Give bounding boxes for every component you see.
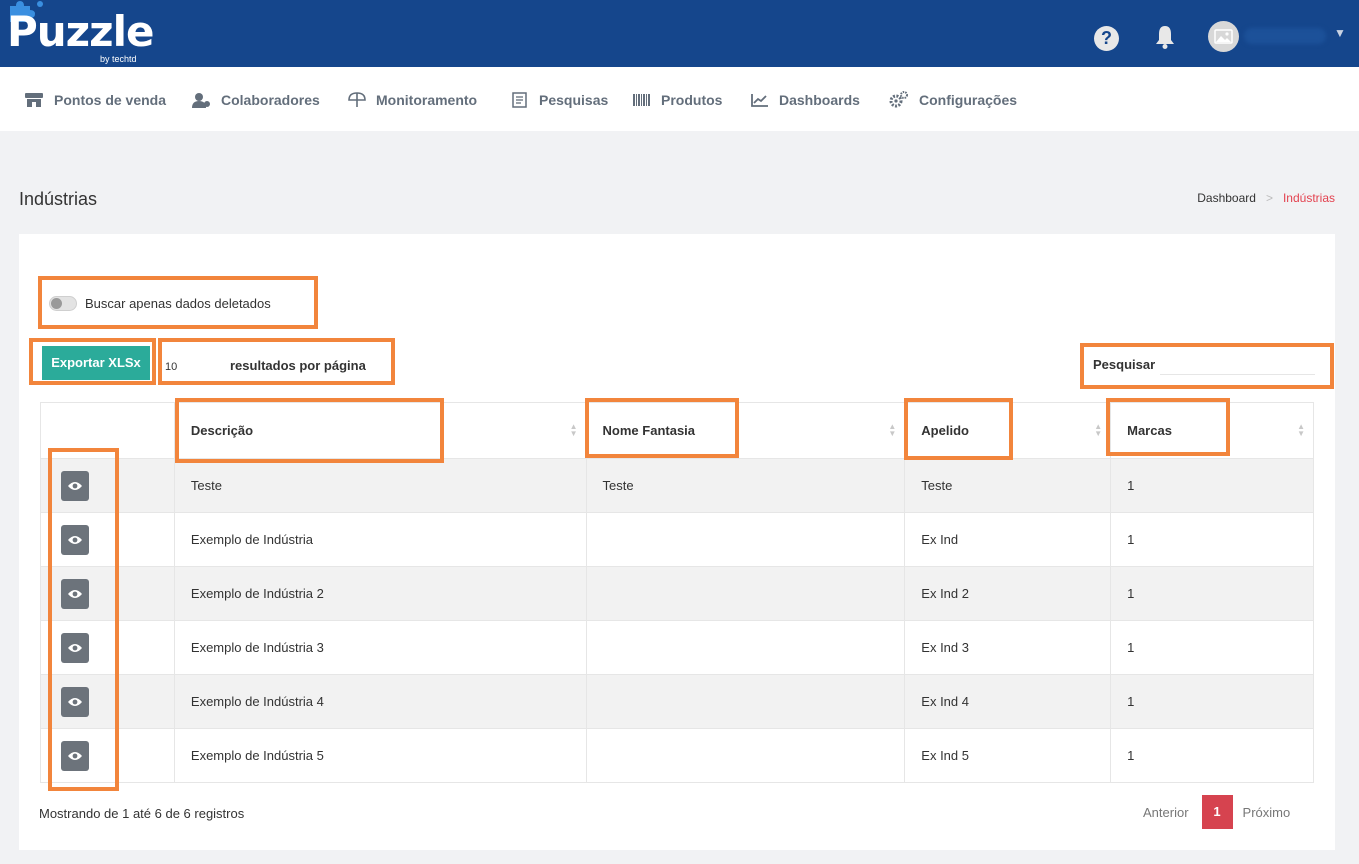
cell-apelido: Ex Ind 5 [904, 728, 1112, 783]
nav-label: Dashboards [779, 92, 860, 108]
annotation-box-col-nome-fantasia [585, 398, 739, 458]
nav-pesquisas[interactable]: Pesquisas [511, 91, 608, 109]
breadcrumb: Dashboard > Indústrias [1197, 191, 1335, 205]
top-bar: Puzzle by techtd ? ▼ [0, 0, 1359, 67]
nav-dashboards[interactable]: Dashboards [751, 91, 860, 109]
cell-descricao: Teste [173, 458, 587, 513]
nav-pontos-de-venda[interactable]: Pontos de venda [24, 91, 166, 109]
chart-icon [751, 94, 768, 107]
cell-apelido: Ex Ind 4 [904, 674, 1112, 729]
umbrella-icon [348, 92, 366, 107]
annotation-box-page-size [158, 338, 395, 385]
breadcrumb-current: Indústrias [1282, 191, 1335, 205]
nav-label: Produtos [661, 92, 723, 108]
nav-colaboradores[interactable]: Colaboradores [191, 91, 320, 109]
nav-configuracoes[interactable]: Configurações [889, 91, 1017, 109]
cell-marcas: 1 [1110, 674, 1314, 729]
cell-marcas: 1 [1110, 458, 1314, 513]
survey-icon [512, 92, 527, 108]
nav-label: Monitoramento [376, 92, 478, 108]
cell-marcas: 1 [1110, 512, 1314, 567]
cell-nome-fantasia [585, 620, 906, 675]
pagination: Anterior 1 Próximo [1143, 795, 1290, 829]
annotation-box-view-buttons [48, 448, 119, 791]
users-icon [192, 93, 210, 108]
annotation-box-toggle [38, 276, 318, 329]
image-placeholder-icon [1214, 29, 1233, 44]
breadcrumb-dashboard[interactable]: Dashboard [1197, 191, 1256, 205]
sort-icon: ▲ ▼ [888, 422, 897, 438]
annotation-box-col-apelido [904, 398, 1013, 460]
nav-label: Configurações [919, 92, 1018, 108]
cell-descricao: Exemplo de Indústria 2 [173, 566, 587, 621]
pagination-page-current[interactable]: 1 [1201, 795, 1233, 829]
nav-label: Colaboradores [221, 92, 320, 108]
store-icon [25, 93, 43, 107]
breadcrumb-separator: > [1265, 191, 1273, 205]
cell-apelido: Ex Ind [904, 512, 1112, 567]
chevron-down-icon[interactable]: ▼ [1334, 26, 1346, 40]
annotation-box-col-marcas [1106, 398, 1230, 456]
puzzle-logo[interactable]: Puzzle by techtd [4, 1, 154, 66]
cell-nome-fantasia: Teste [585, 458, 906, 513]
pagination-next[interactable]: Próximo [1243, 805, 1291, 820]
user-name-redacted[interactable] [1244, 28, 1326, 44]
page-title: Indústrias [19, 189, 98, 209]
sort-icon: ▲ ▼ [1094, 422, 1103, 438]
cell-descricao: Exemplo de Indústria [173, 512, 587, 567]
bell-icon[interactable] [1153, 24, 1177, 50]
nav-monitoramento[interactable]: Monitoramento [348, 91, 477, 109]
table-row: Teste Teste Teste 1 [40, 458, 1314, 513]
cell-nome-fantasia [585, 674, 906, 729]
records-info: Mostrando de 1 até 6 de 6 registros [39, 806, 245, 821]
cell-descricao: Exemplo de Indústria 4 [173, 674, 587, 729]
barcode-icon [633, 94, 650, 106]
annotation-box-col-descricao [175, 398, 444, 463]
main-nav: Pontos de venda Colaboradores Monitorame… [0, 67, 1359, 131]
annotation-box-export [29, 338, 156, 385]
table-row: Exemplo de Indústria 4 Ex Ind 4 1 [40, 674, 1314, 729]
cell-apelido: Teste [904, 458, 1112, 513]
cell-marcas: 1 [1110, 620, 1314, 675]
annotation-box-search [1080, 343, 1334, 389]
nav-produtos[interactable]: Produtos [633, 91, 722, 109]
cell-apelido: Ex Ind 3 [904, 620, 1112, 675]
cell-marcas: 1 [1110, 728, 1314, 783]
logo-text: Puzzle [7, 7, 154, 56]
logo-byline: by techtd [100, 54, 137, 64]
user-avatar[interactable] [1208, 21, 1239, 52]
sort-icon: ▲ ▼ [569, 422, 578, 438]
cell-nome-fantasia [585, 566, 906, 621]
gears-icon [889, 91, 908, 108]
pagination-previous[interactable]: Anterior [1143, 805, 1189, 820]
table-row: Exemplo de Indústria 5 Ex Ind 5 1 [40, 728, 1314, 783]
table-row: Exemplo de Indústria 3 Ex Ind 3 1 [40, 620, 1314, 675]
help-icon[interactable]: ? [1094, 26, 1119, 51]
cell-nome-fantasia [585, 728, 906, 783]
sort-icon: ▲ ▼ [1297, 422, 1305, 438]
cell-marcas: 1 [1110, 566, 1314, 621]
table-row: Exemplo de Indústria 2 Ex Ind 2 1 [40, 566, 1314, 621]
nav-label: Pesquisas [539, 92, 609, 108]
cell-descricao: Exemplo de Indústria 3 [173, 620, 587, 675]
table-row: Exemplo de Indústria Ex Ind 1 [40, 512, 1314, 567]
cell-apelido: Ex Ind 2 [904, 566, 1112, 621]
cell-nome-fantasia [585, 512, 906, 567]
cell-descricao: Exemplo de Indústria 5 [173, 728, 587, 783]
nav-label: Pontos de venda [54, 92, 167, 108]
